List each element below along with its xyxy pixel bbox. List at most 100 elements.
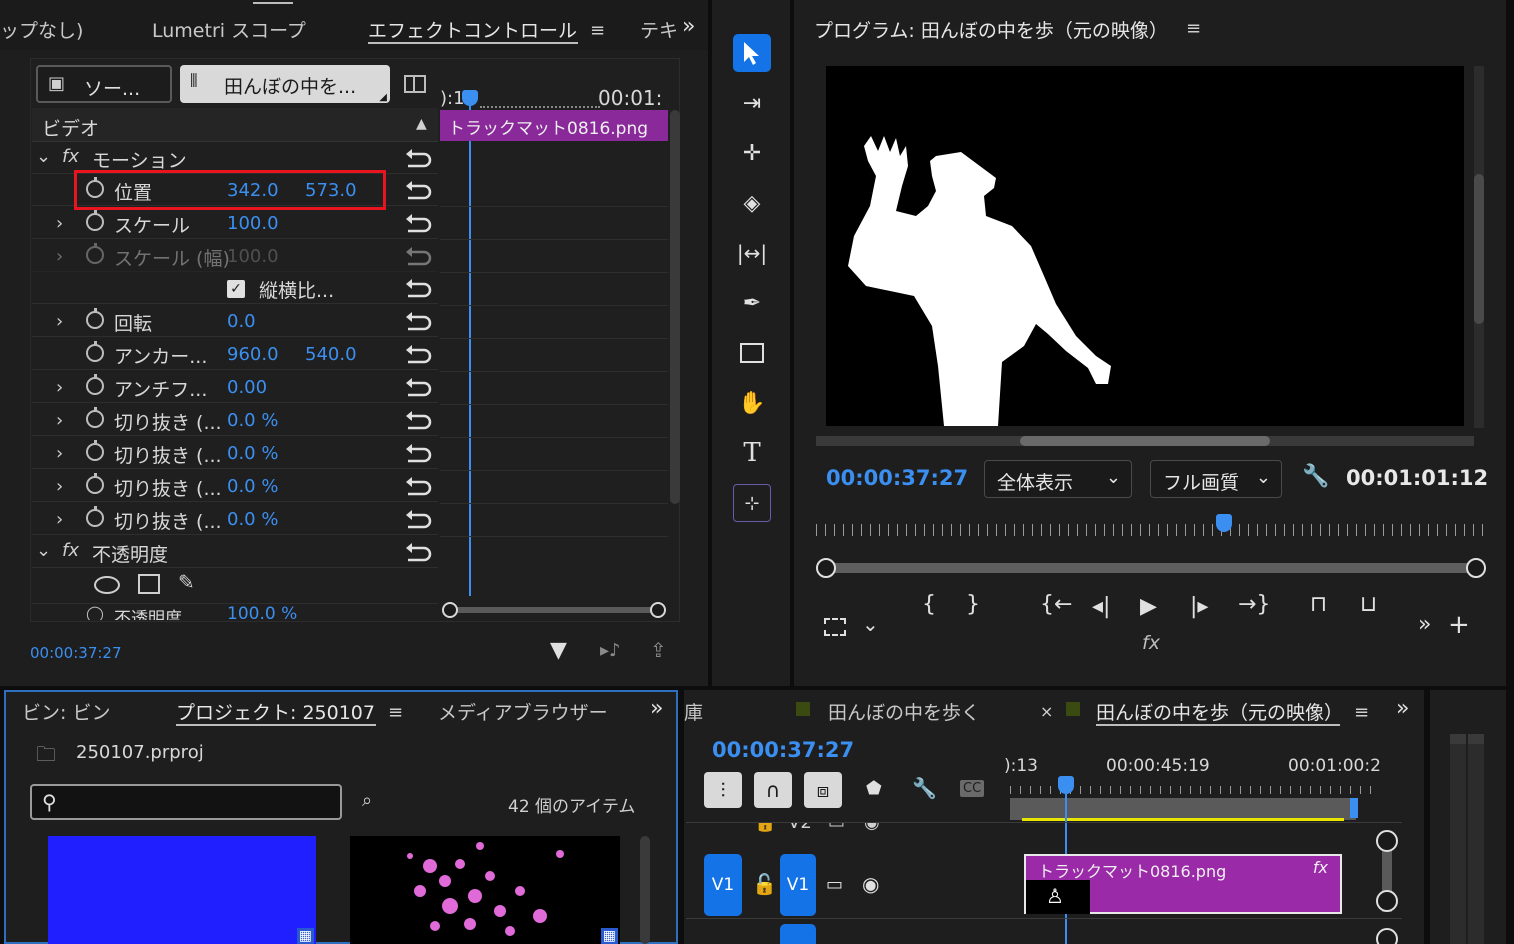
uniform-scale-row[interactable]: ✓ 縦横比... xyxy=(32,272,438,304)
stopwatch-rotation-icon[interactable] xyxy=(86,308,104,329)
v2-eye-icon[interactable]: ◉ xyxy=(864,822,880,832)
mini-timeline-zoom-bar[interactable] xyxy=(442,602,666,618)
program-zoom-left-handle[interactable] xyxy=(816,558,836,578)
project-search-box[interactable]: ⚲ xyxy=(30,784,342,820)
tab-text[interactable]: テキ xyxy=(640,16,678,43)
razor-tool[interactable]: ◈ xyxy=(733,184,771,222)
tab-bin[interactable]: ビン: ビン xyxy=(22,698,110,725)
clip-button[interactable]: ⫴ 田んぼの中を... ◢ xyxy=(180,65,390,103)
extract-icon[interactable]: ⊔ xyxy=(1360,592,1377,617)
overflow-tabs-icon[interactable]: » xyxy=(682,14,695,39)
crop-top-value[interactable]: 0.0 % xyxy=(227,443,278,464)
source-button[interactable]: ▣ ソー... xyxy=(36,65,172,103)
stopwatch-antiflicker-icon[interactable] xyxy=(86,374,104,395)
slip-tool[interactable]: |↔| xyxy=(733,234,771,272)
reset-anchor-icon[interactable] xyxy=(404,342,432,364)
track-target-a1[interactable] xyxy=(780,924,816,944)
vertical-zoom-top-handle[interactable] xyxy=(1376,830,1398,852)
project-scrollbar[interactable] xyxy=(640,836,650,944)
stopwatch-crop-right-icon[interactable] xyxy=(86,473,104,494)
clip-fx-badge[interactable]: fx xyxy=(1313,858,1328,877)
expand-crop-top-icon[interactable]: › xyxy=(56,443,63,464)
reset-antiflicker-icon[interactable] xyxy=(404,375,432,397)
v1-eye-icon[interactable]: ◉ xyxy=(862,872,879,896)
reset-crop-bottom-icon[interactable] xyxy=(404,507,432,529)
tab-lumetri-scopes[interactable]: Lumetri スコープ xyxy=(152,16,306,43)
step-back-icon[interactable]: ◂| xyxy=(1092,594,1110,619)
rotation-value[interactable]: 0.0 xyxy=(227,311,256,332)
filter-icon[interactable]: ▼ xyxy=(550,638,567,663)
crop-left-row[interactable]: › 切り抜き (... 0.0 % xyxy=(32,404,438,436)
mark-in-icon[interactable]: { xyxy=(922,592,936,617)
effect-controls-scrollbar[interactable] xyxy=(670,110,680,504)
reset-crop-right-icon[interactable] xyxy=(404,474,432,496)
reset-crop-top-icon[interactable] xyxy=(404,441,432,463)
settings-wrench-icon[interactable]: 🔧 xyxy=(1302,464,1329,489)
ripple-edit-tool[interactable]: ✛ xyxy=(733,134,771,172)
tab-subclip[interactable]: ップなし) xyxy=(0,16,83,43)
ellipse-mask-icon[interactable] xyxy=(94,576,120,594)
expand-crop-right-icon[interactable]: › xyxy=(56,476,63,497)
expand-rotation-icon[interactable]: › xyxy=(56,311,63,332)
tab-sequence-1[interactable]: 田んぼの中を歩く xyxy=(828,698,980,725)
toggle-timeline-view-icon[interactable] xyxy=(404,75,426,93)
pen-mask-icon[interactable]: ✎ xyxy=(178,570,195,594)
anchor-y-value[interactable]: 540.0 xyxy=(305,344,357,365)
anchor-row[interactable]: アンカー... 960.0 540.0 xyxy=(32,338,438,370)
reset-uniform-icon[interactable] xyxy=(404,276,432,298)
project-menu-icon[interactable]: ≡ xyxy=(388,702,403,723)
v2-output-icon[interactable]: ▭ xyxy=(828,822,845,832)
antiflicker-value[interactable]: 0.00 xyxy=(227,377,267,398)
crop-right-value[interactable]: 0.0 % xyxy=(227,476,278,497)
tab-media-browser[interactable]: メディアブラウザー xyxy=(438,698,608,725)
program-vertical-scroll[interactable] xyxy=(1474,66,1484,428)
pen-tool[interactable]: ✒ xyxy=(733,284,771,322)
v1-lock-icon[interactable]: 🔓 xyxy=(752,872,777,896)
source-patch-v1[interactable]: V1 xyxy=(704,854,742,916)
crop-bottom-row[interactable]: › 切り抜き (... 0.0 % xyxy=(32,503,438,535)
fx-badge-icon[interactable]: fx xyxy=(62,146,79,167)
lift-icon[interactable]: ⊓ xyxy=(1310,592,1327,617)
expand-crop-left-icon[interactable]: › xyxy=(56,410,63,431)
reset-scale-icon[interactable] xyxy=(404,211,432,233)
reset-opacity-icon[interactable] xyxy=(404,540,432,562)
timeline-settings-icon[interactable]: 🔧 xyxy=(912,776,937,800)
zoom-handle-right[interactable] xyxy=(650,602,666,618)
thumbnail-blue-clip[interactable]: ▦ xyxy=(48,836,316,944)
stopwatch-scale-icon[interactable] xyxy=(86,210,104,231)
expand-antiflicker-icon[interactable]: › xyxy=(56,377,63,398)
rectangle-tool[interactable] xyxy=(733,334,771,372)
expand-scale-icon[interactable]: › xyxy=(56,213,63,234)
stopwatch-anchor-icon[interactable] xyxy=(86,341,104,362)
overflow-buttons-icon[interactable]: » xyxy=(1418,612,1431,637)
add-marker-icon[interactable]: ⬟ xyxy=(866,778,882,799)
search-input[interactable] xyxy=(70,790,334,814)
timeline-vertical-zoom[interactable] xyxy=(1376,830,1398,944)
tab-project[interactable]: プロジェクト: 250107 xyxy=(176,698,375,725)
timeline-playhead-handle[interactable] xyxy=(1058,776,1074,794)
program-menu-icon[interactable]: ≡ xyxy=(1186,18,1201,39)
play-audio-icon[interactable]: ▸♪ xyxy=(600,640,621,661)
program-video-frame[interactable] xyxy=(826,66,1464,426)
program-monitor-title[interactable]: プログラム: 田んぼの中を歩（元の映像） xyxy=(814,16,1168,43)
rectangle-mask-icon[interactable] xyxy=(138,574,160,594)
add-button-icon[interactable]: + xyxy=(1448,610,1470,640)
uniform-scale-checkbox[interactable]: ✓ xyxy=(227,280,245,298)
anchor-x-value[interactable]: 960.0 xyxy=(227,344,279,365)
expand-opacity-icon[interactable]: ⌄ xyxy=(36,540,51,561)
go-to-out-icon[interactable]: →} xyxy=(1238,592,1270,617)
track-select-tool[interactable]: ⇥ xyxy=(733,84,771,122)
track-target-v1[interactable]: V1 xyxy=(780,854,816,916)
program-current-timecode[interactable]: 00:00:37:27 xyxy=(826,466,968,490)
export-icon[interactable]: ⇪ xyxy=(650,638,667,662)
mark-out-icon[interactable]: } xyxy=(966,592,980,617)
stopwatch-crop-bottom-icon[interactable] xyxy=(86,506,104,527)
scale-value[interactable]: 100.0 xyxy=(227,213,279,234)
vertical-zoom-handle-2[interactable] xyxy=(1376,928,1398,944)
captions-icon[interactable]: CC xyxy=(960,780,985,797)
tab-effect-controls[interactable]: エフェクトコントロール xyxy=(368,16,577,43)
expand-motion-icon[interactable]: ⌄ xyxy=(36,146,51,167)
antiflicker-row[interactable]: › アンチフ... 0.00 xyxy=(32,371,438,403)
project-overflow-icon[interactable]: » xyxy=(650,696,663,721)
fx-toggle-icon[interactable]: fx xyxy=(1142,632,1160,654)
